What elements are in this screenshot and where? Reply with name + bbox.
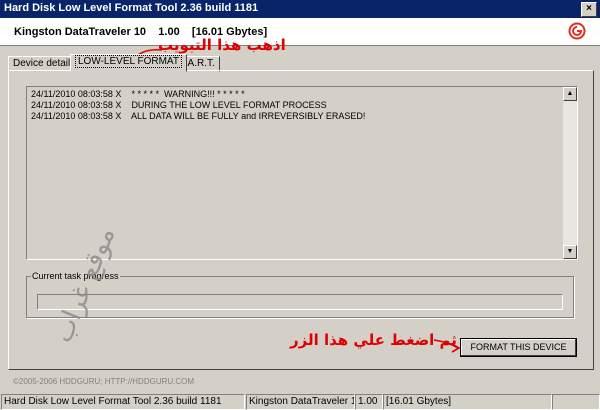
log-line: 24/11/2010 08:03:58 X * * * * * WARNING!… bbox=[31, 89, 245, 99]
log-message: * * * * * WARNING!!! * * * * * bbox=[131, 89, 245, 99]
tab-low-level-format[interactable]: LOW-LEVEL FORMAT bbox=[70, 54, 187, 72]
log-line: 24/11/2010 08:03:58 X DURING THE LOW LEV… bbox=[31, 100, 327, 110]
status-app: Hard Disk Low Level Format Tool 2.36 bui… bbox=[1, 394, 245, 410]
app-window: Hard Disk Low Level Format Tool 2.36 bui… bbox=[0, 0, 600, 410]
device-header: Kingston DataTraveler 10 1.00 [16.01 Gby… bbox=[0, 18, 600, 46]
log-time: 24/11/2010 08:03:58 X bbox=[31, 100, 122, 110]
status-device: Kingston DataTraveler 10 bbox=[246, 394, 355, 410]
copyright-text: ©2005-2006 HDDGURU; HTTP://HDDGURU.COM bbox=[13, 377, 195, 386]
tab-label: Device details bbox=[13, 58, 76, 69]
tab-label: LOW-LEVEL FORMAT bbox=[75, 55, 182, 68]
progress-bar bbox=[37, 294, 563, 310]
hddguru-logo-icon bbox=[568, 22, 586, 40]
log-line: 24/11/2010 08:03:58 X ALL DATA WILL BE F… bbox=[31, 111, 365, 121]
arrow-to-button-icon bbox=[433, 339, 461, 353]
scroll-up-icon[interactable]: ▲ bbox=[563, 87, 577, 101]
log-time: 24/11/2010 08:03:58 X bbox=[31, 89, 122, 99]
annotation-go-to-tab: اذهب هذا التبويب bbox=[158, 36, 286, 54]
title-bar[interactable]: Hard Disk Low Level Format Tool 2.36 bui… bbox=[0, 0, 600, 18]
log-message: ALL DATA WILL BE FULLY and IRREVERSIBLY … bbox=[130, 111, 366, 121]
progress-group: Current task progress bbox=[26, 271, 574, 318]
scroll-down-icon[interactable]: ▼ bbox=[563, 245, 577, 259]
log-message: DURING THE LOW LEVEL FORMAT PROCESS bbox=[131, 100, 327, 110]
log-time: 24/11/2010 08:03:58 X bbox=[31, 111, 122, 121]
status-empty bbox=[552, 394, 600, 410]
log-scrollbar[interactable]: ▲ ▼ bbox=[563, 87, 577, 259]
format-device-button[interactable]: FORMAT THIS DEVICE bbox=[460, 338, 577, 357]
window-title: Hard Disk Low Level Format Tool 2.36 bui… bbox=[4, 2, 259, 14]
status-bar: Hard Disk Low Level Format Tool 2.36 bui… bbox=[0, 393, 600, 410]
status-size: [16.01 Gbytes] bbox=[383, 394, 552, 410]
close-button[interactable]: × bbox=[581, 2, 597, 17]
status-rev: 1.00 bbox=[355, 394, 383, 410]
